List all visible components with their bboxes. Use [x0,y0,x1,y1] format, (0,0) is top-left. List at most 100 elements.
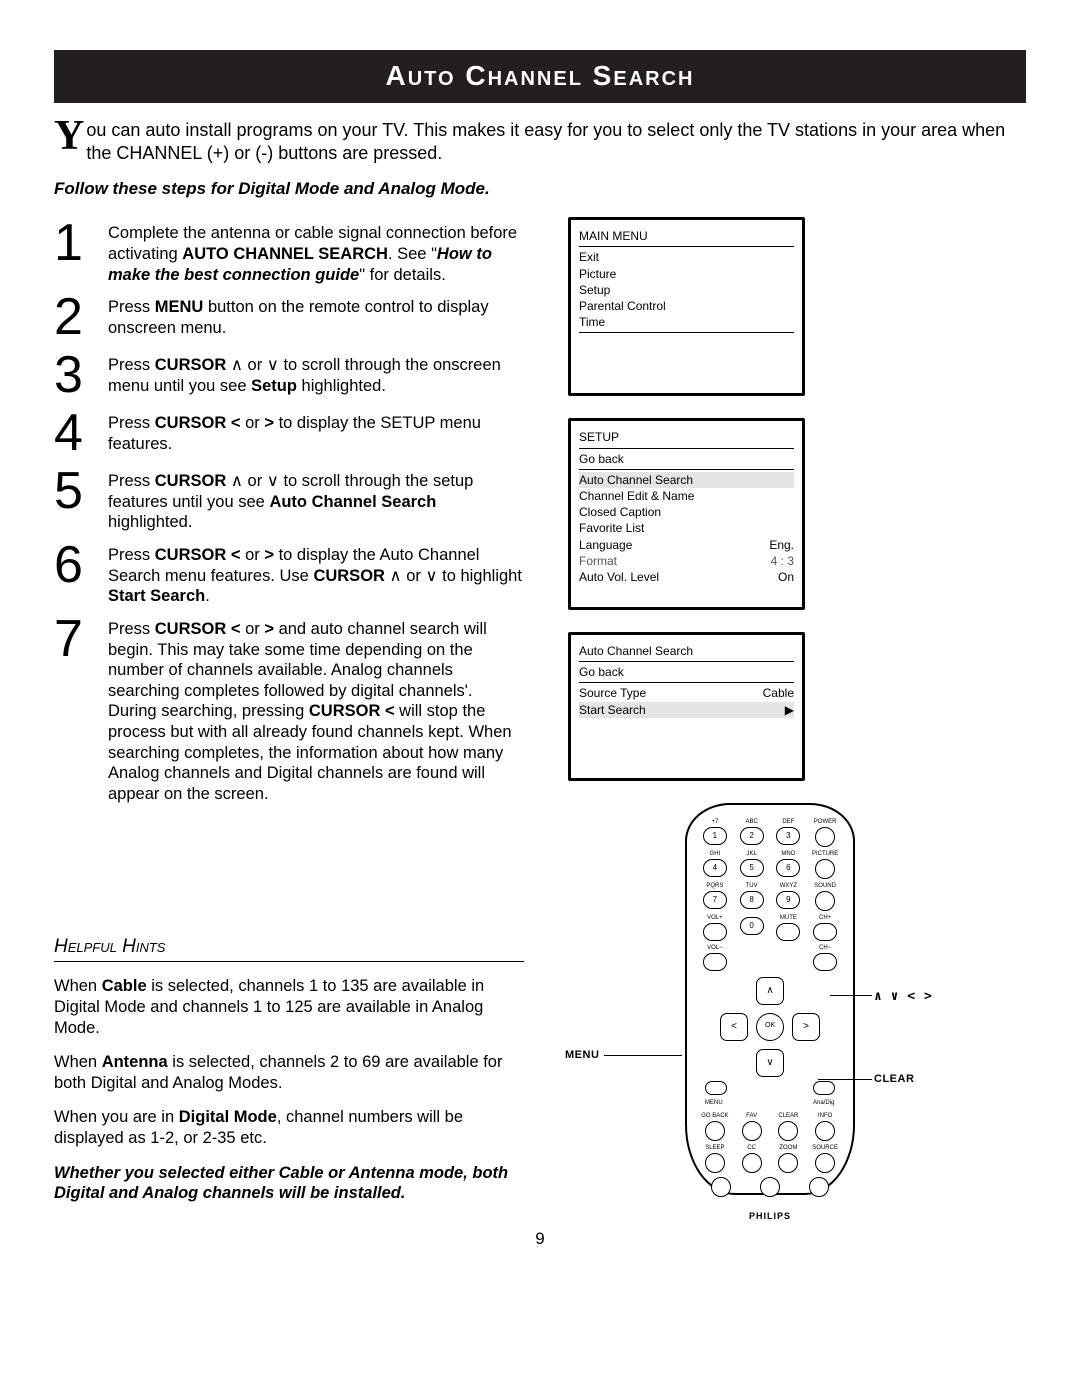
step: 7 Press CURSOR < or > and auto channel s… [54,613,524,805]
key-label: GHI [710,851,721,857]
remote-button: 5 [740,859,764,877]
hints-final: Whether you selected either Cable or Ant… [54,1163,524,1204]
key-label: VOL+ [707,915,723,921]
osd-item: Go back [579,451,794,467]
remote-button [815,1121,835,1141]
osd-item: Closed Caption [579,504,794,520]
remote-button [813,923,837,941]
intro-text: ou can auto install programs on your TV.… [86,120,1005,163]
step: 1 Complete the antenna or cable signal c… [54,217,524,285]
step-number: 5 [54,465,90,533]
osd-auto-channel-search: Auto Channel Search Go back Source TypeC… [568,632,805,781]
key-label: GO BACK [701,1113,728,1119]
anadig-label: Ana/Dig [813,1100,834,1106]
remote-button [705,1153,725,1173]
key-label: SOUND [814,883,836,889]
key-label: MUTE [780,915,797,921]
hints-heading: Helpful Hints [54,935,524,963]
key-label: CH+ [819,915,831,921]
cursor-down-button: ∨ [756,1049,784,1077]
osd-title: Auto Channel Search [579,643,794,662]
key-label: MNO [781,851,795,857]
callout-clear: CLEAR [874,1073,914,1087]
remote-button: 0 [740,917,764,935]
remote-button: 4 [703,859,727,877]
cursor-up-button: ∧ [756,977,784,1005]
key-label: +7 [711,819,718,825]
remote-button [815,827,835,847]
key-label: TUV [746,883,758,889]
osd-item: Picture [579,266,794,282]
osd-item: Channel Edit & Name [579,488,794,504]
remote-button: 2 [740,827,764,845]
intro-dropcap: Y [54,119,86,155]
remote-button [815,1153,835,1173]
remote-diagram: +71ABC2DEF3POWER GHI4JKL5MNO6PICTURE PQR… [590,803,950,1195]
remote-button [815,891,835,911]
osd-title: MAIN MENU [579,228,794,244]
remote-button: 3 [776,827,800,845]
intro-paragraph: You can auto install programs on your TV… [54,119,1026,164]
hint-paragraph: When you are in Digital Mode, channel nu… [54,1107,524,1148]
key-label: PQRS [706,883,723,889]
step-number: 1 [54,217,90,285]
remote-button [815,859,835,879]
page-number: 9 [54,1228,1026,1249]
remote-button [703,923,727,941]
callout-cursor: ∧ ∨ < > [874,989,932,1005]
osd-item: Start Search▶ [579,702,794,718]
osd-item: Setup [579,282,794,298]
cursor-right-button: > [792,1013,820,1041]
step: 4 Press CURSOR < or > to display the SET… [54,407,524,459]
osd-title: SETUP [579,429,794,448]
osd-item: Exit [579,249,794,265]
remote-button [776,923,800,941]
callout-menu: MENU [565,1049,599,1063]
remote-button: 8 [740,891,764,909]
remote-button [742,1153,762,1173]
key-label: INFO [818,1113,832,1119]
hint-paragraph: When Cable is selected, channels 1 to 13… [54,976,524,1038]
key-label: WXYZ [780,883,797,889]
key-label: VOL− [707,945,723,951]
key-label: FAV [746,1113,757,1119]
step-number: 3 [54,349,90,401]
blank-button [711,1177,731,1197]
page-title: Auto Channel Search [54,50,1026,103]
osd-item: Time [579,314,794,330]
osd-item: Source TypeCable [579,685,794,701]
remote-button [705,1121,725,1141]
osd-item: Auto Channel Search [579,472,794,488]
key-label: SOURCE [812,1145,838,1151]
step-text: Press CURSOR < or > and auto channel sea… [108,613,524,805]
key-label: SLEEP [705,1145,724,1151]
remote-button: 7 [703,891,727,909]
step-text: Press CURSOR < or > to display the SETUP… [108,407,524,459]
menu-button [705,1081,727,1095]
step-number: 7 [54,613,90,805]
hint-paragraph: When Antenna is selected, channels 2 to … [54,1052,524,1093]
key-label: DEF [782,819,794,825]
osd-item: LanguageEng. [579,537,794,553]
osd-item: Favorite List [579,520,794,536]
remote-button [742,1121,762,1141]
remote-button [778,1153,798,1173]
step-number: 2 [54,291,90,343]
remote-button [778,1121,798,1141]
remote-button [813,953,837,971]
sub-heading: Follow these steps for Digital Mode and … [54,178,1026,199]
osd-item: Auto Vol. LevelOn [579,569,794,585]
cursor-left-button: < [720,1013,748,1041]
step-text: Press MENU button on the remote control … [108,291,524,343]
step: 3 Press CURSOR ∧ or ∨ to scroll through … [54,349,524,401]
step: 2 Press MENU button on the remote contro… [54,291,524,343]
remote-button: 1 [703,827,727,845]
key-label: ABC [745,819,757,825]
anadig-button [813,1081,835,1095]
osd-item: Format4 : 3 [579,553,794,569]
remote-button [703,953,727,971]
blank-button [760,1177,780,1197]
step-text: Press CURSOR ∧ or ∨ to scroll through th… [108,465,524,533]
step-text: Press CURSOR ∧ or ∨ to scroll through th… [108,349,524,401]
blank-button [809,1177,829,1197]
